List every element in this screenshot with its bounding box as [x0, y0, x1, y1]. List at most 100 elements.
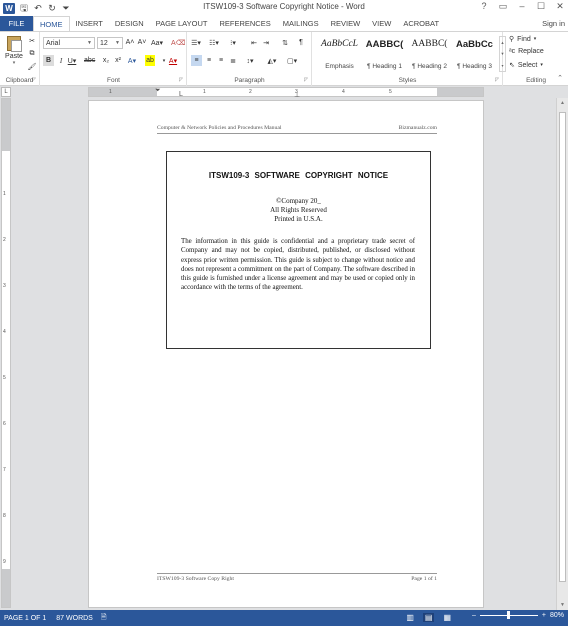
select-button[interactable]: ⇖ Select ▾ [509, 61, 543, 70]
paste-button[interactable]: Paste ▾ [4, 36, 24, 66]
indent-marker-icon[interactable]: ⏷ [155, 87, 161, 95]
confidentiality-paragraph: The information in this guide is confide… [181, 238, 415, 292]
vertical-ruler[interactable]: 1 2 3 4 5 6 7 8 9 [1, 98, 11, 608]
read-mode-icon[interactable]: ▥ [406, 613, 414, 622]
tab-stop-icon[interactable]: L [179, 91, 183, 98]
tab-home[interactable]: HOME [33, 16, 70, 31]
customize-icon[interactable]: ⏷ [61, 3, 71, 14]
cut-icon[interactable]: ✂ [27, 35, 37, 46]
quick-access-toolbar: W 🖫 ↶ ↻ ⏷ [0, 2, 71, 14]
printed-line: Printed in U.S.A. [274, 215, 323, 223]
styles-launcher-icon[interactable]: ◸ [495, 77, 499, 83]
bullets-icon[interactable]: ☰▾ [191, 37, 201, 48]
ruler-number: 1 [109, 89, 112, 95]
increase-indent-icon[interactable]: ⇥ [261, 37, 271, 48]
italic-button[interactable]: I [56, 55, 66, 66]
justify-icon[interactable]: ≣ [228, 55, 238, 66]
word-logo-icon[interactable]: W [3, 2, 15, 14]
ribbon-display-icon[interactable]: ▭ [498, 1, 508, 12]
sign-in-link[interactable]: Sign in [542, 16, 568, 31]
show-formatting-icon[interactable]: ¶ [296, 37, 306, 48]
print-layout-icon[interactable]: ▤ [422, 613, 435, 622]
page-count[interactable]: PAGE 1 OF 1 [0, 615, 46, 622]
proofing-icon[interactable]: 🗎 [93, 613, 107, 624]
save-icon[interactable]: 🖫 [19, 3, 29, 14]
shrink-font-icon[interactable]: A˅ [137, 37, 147, 48]
tab-review[interactable]: REVIEW [325, 16, 367, 31]
vertical-scrollbar[interactable]: ▲ ▼ [556, 98, 568, 610]
undo-icon[interactable]: ↶ [33, 3, 43, 14]
line-spacing-icon[interactable]: ↕▾ [245, 55, 255, 66]
align-left-icon[interactable]: ≡ [191, 55, 202, 66]
style-heading-3[interactable]: AaBbCc ¶ Heading 3 [452, 36, 497, 72]
find-button[interactable]: ⚲ Find ▾ [509, 35, 536, 44]
subscript-button[interactable]: x₂ [101, 55, 111, 66]
numbering-icon[interactable]: ☷▾ [209, 37, 219, 48]
zoom-level[interactable]: 80% [550, 612, 564, 619]
format-painter-icon[interactable]: 🖌 [27, 61, 37, 72]
tab-page-layout[interactable]: PAGE LAYOUT [150, 16, 214, 31]
align-right-icon[interactable]: ≡ [216, 55, 226, 66]
help-icon[interactable]: ? [479, 1, 489, 12]
tab-design[interactable]: DESIGN [109, 16, 150, 31]
zoom-slider-knob[interactable] [506, 611, 510, 619]
zoom-slider[interactable] [479, 611, 538, 619]
left-margin-area [89, 88, 157, 96]
zoom-out-icon[interactable]: – [472, 612, 476, 619]
close-icon[interactable]: ✕ [555, 1, 565, 12]
scrollbar-thumb[interactable] [559, 112, 566, 582]
zoom-in-icon[interactable]: + [542, 612, 546, 619]
underline-button[interactable]: U▾ [67, 55, 77, 66]
style-heading-1[interactable]: AABBC( ¶ Heading 1 [362, 36, 407, 72]
decrease-indent-icon[interactable]: ⇤ [249, 37, 259, 48]
font-launcher-icon[interactable]: ◸ [179, 77, 183, 83]
scroll-down-icon[interactable]: ▼ [557, 602, 568, 608]
style-emphasis[interactable]: AaBbCcL Emphasis [317, 36, 362, 72]
scroll-up-icon[interactable]: ▲ [557, 100, 568, 106]
copyright-line: ©Company 20_ [276, 197, 321, 205]
word-count[interactable]: 87 WORDS [46, 615, 93, 622]
collapse-ribbon-icon[interactable]: ⌃ [557, 74, 563, 82]
text-effects-icon[interactable]: A▾ [127, 55, 137, 66]
tab-mailings[interactable]: MAILINGS [277, 16, 325, 31]
grow-font-icon[interactable]: A˄ [125, 37, 135, 48]
maximize-icon[interactable]: ☐ [536, 1, 546, 12]
clear-formatting-icon[interactable]: A⌫ [171, 37, 186, 48]
font-name-dropdown[interactable]: Arial ▼ [43, 37, 95, 49]
tab-acrobat[interactable]: ACROBAT [397, 16, 445, 31]
clipboard-launcher-icon[interactable]: ◸ [32, 77, 36, 83]
horizontal-ruler[interactable]: 1 ⏷ L 1 2 3 4 5 ⊥ [88, 87, 484, 99]
paste-dropdown-icon[interactable]: ▾ [4, 60, 24, 66]
tab-references[interactable]: REFERENCES [213, 16, 276, 31]
align-center-icon[interactable]: ≡ [204, 55, 214, 66]
style-heading-2[interactable]: AABBC( ¶ Heading 2 [407, 36, 452, 72]
styles-gallery: AaBbCcL Emphasis AABBC( ¶ Heading 1 AABB… [317, 36, 497, 72]
superscript-button[interactable]: x² [113, 55, 123, 66]
sort-icon[interactable]: ⇅ [280, 37, 290, 48]
tab-stop-icon[interactable]: ⊥ [294, 91, 300, 99]
tab-view[interactable]: VIEW [366, 16, 397, 31]
font-color-icon[interactable]: A▾ [168, 55, 178, 66]
paragraph-group: ☰▾ ☷▾ ⁝▾ ⇤ ⇥ ⇅ ¶ ≡ ≡ ≡ ≣ ↕▾ ◭▾ ▢▾ Paragr… [188, 32, 312, 86]
borders-icon[interactable]: ▢▾ [287, 55, 297, 66]
bold-button[interactable]: B [43, 55, 54, 66]
tab-selector[interactable]: L [1, 87, 11, 97]
document-page[interactable]: Computer & Network Policies and Procedur… [88, 100, 484, 608]
shading-icon[interactable]: ◭▾ [267, 55, 277, 66]
web-layout-icon[interactable]: ▦ [443, 613, 451, 622]
change-case-icon[interactable]: Aa▾ [151, 37, 163, 48]
redo-icon[interactable]: ↻ [47, 3, 57, 14]
multilevel-list-icon[interactable]: ⁝▾ [228, 37, 238, 48]
tab-insert[interactable]: INSERT [70, 16, 109, 31]
highlight-icon[interactable]: ab [145, 55, 155, 66]
cursor-icon: ⇖ [509, 62, 515, 69]
find-label: Find [517, 35, 531, 43]
copy-icon[interactable]: ⧉ [27, 48, 37, 59]
minimize-icon[interactable]: – [517, 1, 527, 12]
font-size-dropdown[interactable]: 12 ▼ [97, 37, 123, 49]
tab-file[interactable]: FILE [0, 16, 33, 31]
paragraph-launcher-icon[interactable]: ◸ [304, 77, 308, 83]
replace-icon: ᵃc [509, 48, 516, 55]
strikethrough-button[interactable]: abc [84, 55, 95, 66]
replace-button[interactable]: ᵃc Replace [509, 48, 544, 55]
